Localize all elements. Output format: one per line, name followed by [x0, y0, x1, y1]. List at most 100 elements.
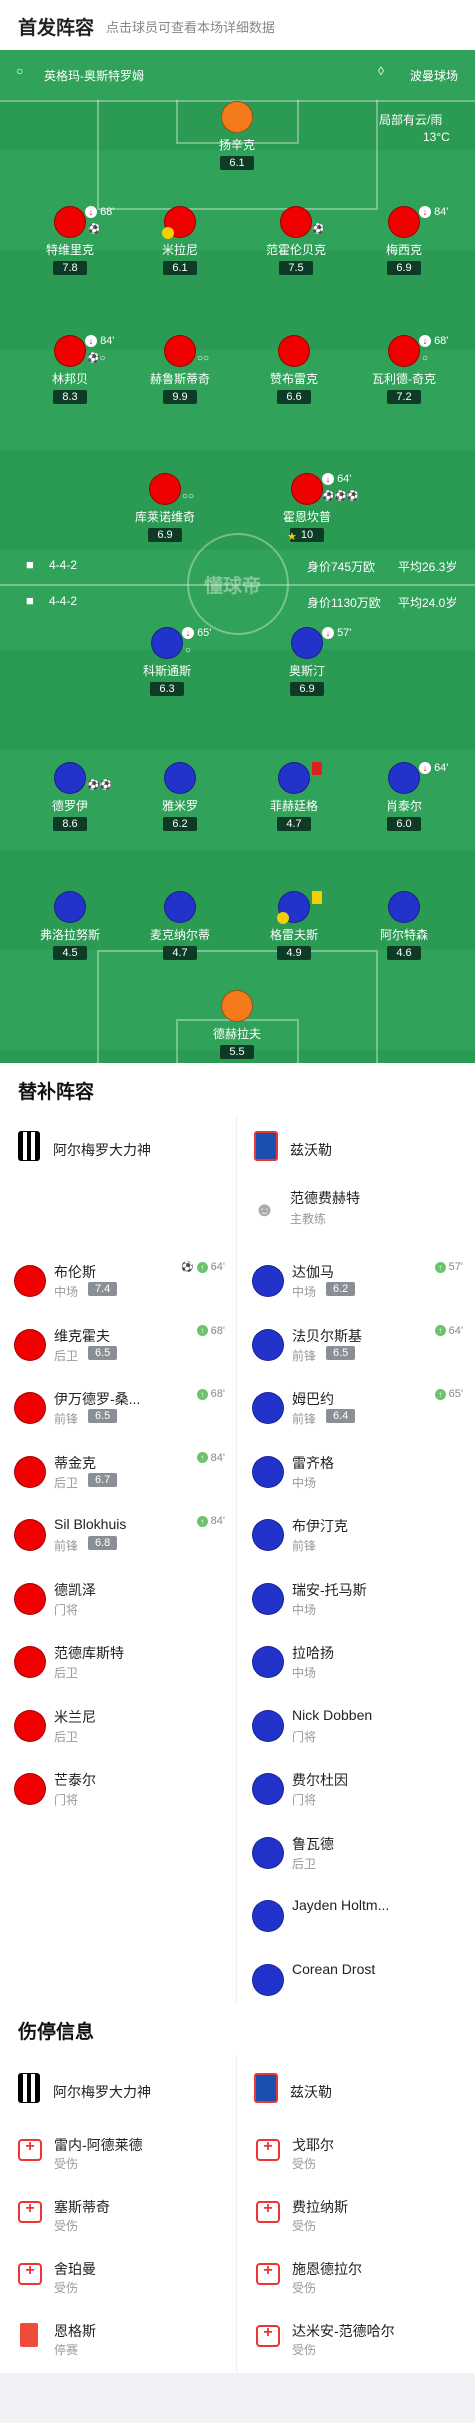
player-home-lm[interactable]: 林邦贝 8.3 ↓ 84' ⚽○ [10, 335, 130, 405]
player-home-gk[interactable]: 扬辛克 6.1 [177, 101, 297, 171]
injury-home-row[interactable]: 恩格斯 停赛 [0, 2311, 237, 2365]
sub-player-name: 米兰尼 [54, 1708, 96, 1725]
medical-kit-icon [18, 2138, 42, 2161]
player-away-lb[interactable]: 弗洛拉努斯 4.5 [10, 891, 130, 961]
player-away-st2[interactable]: 奥斯汀 6.9 ↓ 57' [247, 627, 367, 697]
medical-kit-icon [256, 2262, 280, 2285]
injury-home-row[interactable]: 塞斯蒂奇受伤 [0, 2187, 237, 2241]
player-away-rb[interactable]: 阿尔特森 4.6 [344, 891, 464, 961]
sub-away-row[interactable]: 雷齐格 中场 [238, 1439, 475, 1502]
home-team-logo [18, 2073, 40, 2103]
injury-home-row[interactable]: 舍珀曼受伤 [0, 2249, 237, 2303]
player-shirt-icon [14, 1328, 46, 1361]
player-home-st2[interactable]: 霍恩坎普 10 ↓ 64' ⚽⚽⚽ ★ [247, 473, 367, 543]
player-home-st1[interactable]: 库莱诺维奇 6.9 ○○ [105, 473, 225, 543]
player-shirt-icon [14, 1773, 46, 1805]
sub-away-row[interactable]: 姆巴约 前锋 6.4 ↑ 65' [238, 1375, 475, 1438]
subs-away-team: 兹沃勒 [290, 1142, 332, 1158]
player-home-cm2[interactable]: 赞布雷克 6.6 [234, 335, 354, 405]
player-home-rb[interactable]: 梅西克 6.9 ↓ 84' [344, 206, 464, 276]
sub-player-position: 后卫 [54, 1666, 79, 1680]
sub-home-row[interactable]: 布伦斯 中场 7.4 ⚽ ↑ 64' [0, 1248, 237, 1311]
injury-home-row[interactable]: 雷内-阿德莱德受伤 [0, 2125, 237, 2179]
sub-player-name: 瑞安-托马斯 [292, 1581, 367, 1598]
subs-home-team: 阿尔梅罗大力神 [53, 1142, 151, 1158]
away-team-crest-icon: ■ [26, 593, 34, 608]
sub-home-row[interactable]: 芒泰尔 门将 [0, 1756, 237, 1819]
sub-away-row[interactable]: 布伊汀克 前锋 [238, 1502, 475, 1565]
player-away-cm2[interactable]: 菲赫廷格 4.7 [234, 762, 354, 832]
sub-player-name: 布伊汀克 [292, 1518, 348, 1534]
injuries-title: 伤停信息 [18, 2022, 95, 2043]
sub-player-name: 鲁瓦德 [292, 1835, 334, 1852]
player-shirt-icon [14, 1392, 46, 1424]
away-formation: 4-4-2 [49, 594, 78, 608]
page-title: 首发阵容 [18, 18, 95, 39]
sub-away-row[interactable]: 达伽马 中场 6.2 ↑ 57' [238, 1248, 475, 1311]
sub-player-rating: 6.5 [88, 1345, 118, 1360]
injury-away-row[interactable]: 戈耶尔受伤 [238, 2125, 475, 2179]
injury-reason: 受伤 [292, 2219, 317, 2233]
sub-off-icon: ↓ [419, 762, 431, 775]
red-card-icon [312, 762, 322, 775]
sub-player-position: 门将 [292, 1729, 317, 1744]
sub-home-row[interactable]: Sil Blokhuis 前锋 6.8 ↑ 84' [0, 1502, 237, 1565]
sub-player-rating: 6.5 [88, 1409, 118, 1423]
watermark: 懂球帝 [204, 576, 262, 597]
sub-home-row[interactable]: 蒂金克 后卫 6.7 ↑ 84' [0, 1439, 237, 1502]
player-away-st1[interactable]: 科斯通斯 6.3 ↓ 65' ○ [107, 627, 227, 697]
sub-away-row[interactable]: 费尔杜因 门将 [238, 1756, 475, 1819]
sub-player-name: 法贝尔斯基 [292, 1327, 362, 1344]
sub-away-row[interactable]: 法贝尔斯基 前锋 6.5 ↑ 64' [238, 1312, 475, 1375]
player-home-cb1[interactable]: 米拉尼 6.1 [120, 206, 240, 276]
injury-away-row[interactable]: 达米安-范德哈尔受伤 [238, 2311, 475, 2365]
player-away-cb1[interactable]: 麦克纳尔蒂 4.7 [120, 891, 240, 961]
player-away-cb2[interactable]: 格雷夫斯 4.9 [234, 891, 354, 961]
sub-away-row[interactable]: 拉哈扬 中场 [238, 1629, 475, 1692]
injury-reason: 受伤 [54, 2219, 79, 2233]
sub-on-minute: ↑ 65' [434, 1388, 463, 1400]
injuries-home-team: 阿尔梅罗大力神 [53, 2084, 151, 2100]
player-shirt-icon [14, 1265, 46, 1297]
player-home-lb[interactable]: 特维里克 7.8 ↓ 68' ⚽ [10, 206, 130, 276]
sub-home-row[interactable]: 维克霍夫 后卫 6.5 ↑ 68' [0, 1312, 237, 1375]
home-team-crest-icon: ■ [26, 557, 34, 572]
sub-home-row[interactable]: 伊万德罗-桑... 前锋 6.5 ↑ 68' [0, 1375, 237, 1438]
sub-away-row[interactable]: 瑞安-托马斯 中场 [238, 1566, 475, 1629]
sub-home-row[interactable]: 德凯泽 门将 [0, 1566, 237, 1629]
sub-player-name: 蒂金克 [54, 1454, 96, 1471]
temperature-label: 13°C [423, 130, 450, 144]
sub-home-row[interactable]: 范德库斯特 后卫 [0, 1629, 237, 1692]
sub-away-row[interactable]: Corean Drost [238, 1947, 475, 2010]
sub-player-name: 芒泰尔 [54, 1772, 96, 1788]
player-home-cm1[interactable]: 赫鲁斯蒂奇 9.9 ○○ [120, 335, 240, 405]
player-away-lm[interactable]: 德罗伊 8.6 ⚽⚽ [10, 762, 130, 832]
sub-away-row[interactable]: Jayden Holtm... [238, 1883, 475, 1946]
sub-player-position: 前锋 [292, 1412, 317, 1426]
player-away-rm[interactable]: 肖泰尔 6.0 ↓ 64' [344, 762, 464, 832]
assist-icon: ○ [422, 353, 429, 364]
injury-away-row[interactable]: 施恩德拉尔受伤 [238, 2249, 475, 2303]
player-away-gk[interactable]: 德赫拉夫 5.5 [177, 990, 297, 1060]
sub-on-icon: ↑ [196, 1325, 208, 1337]
player-home-cb2[interactable]: 范霍伦贝克 7.5 ⚽ [236, 206, 356, 276]
injury-away-row[interactable]: 费拉纳斯受伤 [238, 2187, 475, 2241]
player-shirt-icon [252, 1963, 284, 1996]
player-home-rm[interactable]: 瓦利德-奇克 7.2 ↓ 68' ○ [344, 335, 464, 405]
player-shirt-icon [252, 1519, 284, 1551]
sub-off-icon: ↓ [419, 206, 431, 219]
sub-home-row[interactable]: 米兰尼 后卫 [0, 1693, 237, 1756]
yellow-card-icon [312, 891, 322, 904]
sub-player-name: 费尔杜因 [292, 1772, 348, 1788]
sub-player-position: 门将 [54, 1793, 79, 1807]
sub-player-rating: 6.5 [326, 1345, 356, 1360]
injury-reason: 受伤 [292, 2157, 317, 2171]
sub-away-row[interactable]: 鲁瓦德 后卫 [238, 1820, 475, 1883]
injury-reason: 停赛 [54, 2343, 79, 2357]
sub-on-icon: ↑ [434, 1325, 446, 1337]
player-away-cm1[interactable]: 雅米罗 6.2 [120, 762, 240, 832]
home-team-logo [18, 1131, 40, 1161]
sub-away-row[interactable]: Nick Dobben 门将 [238, 1693, 475, 1756]
sub-player-name: 范德库斯特 [54, 1645, 124, 1661]
coach-name[interactable]: 范德费赫特 [290, 1188, 360, 1208]
